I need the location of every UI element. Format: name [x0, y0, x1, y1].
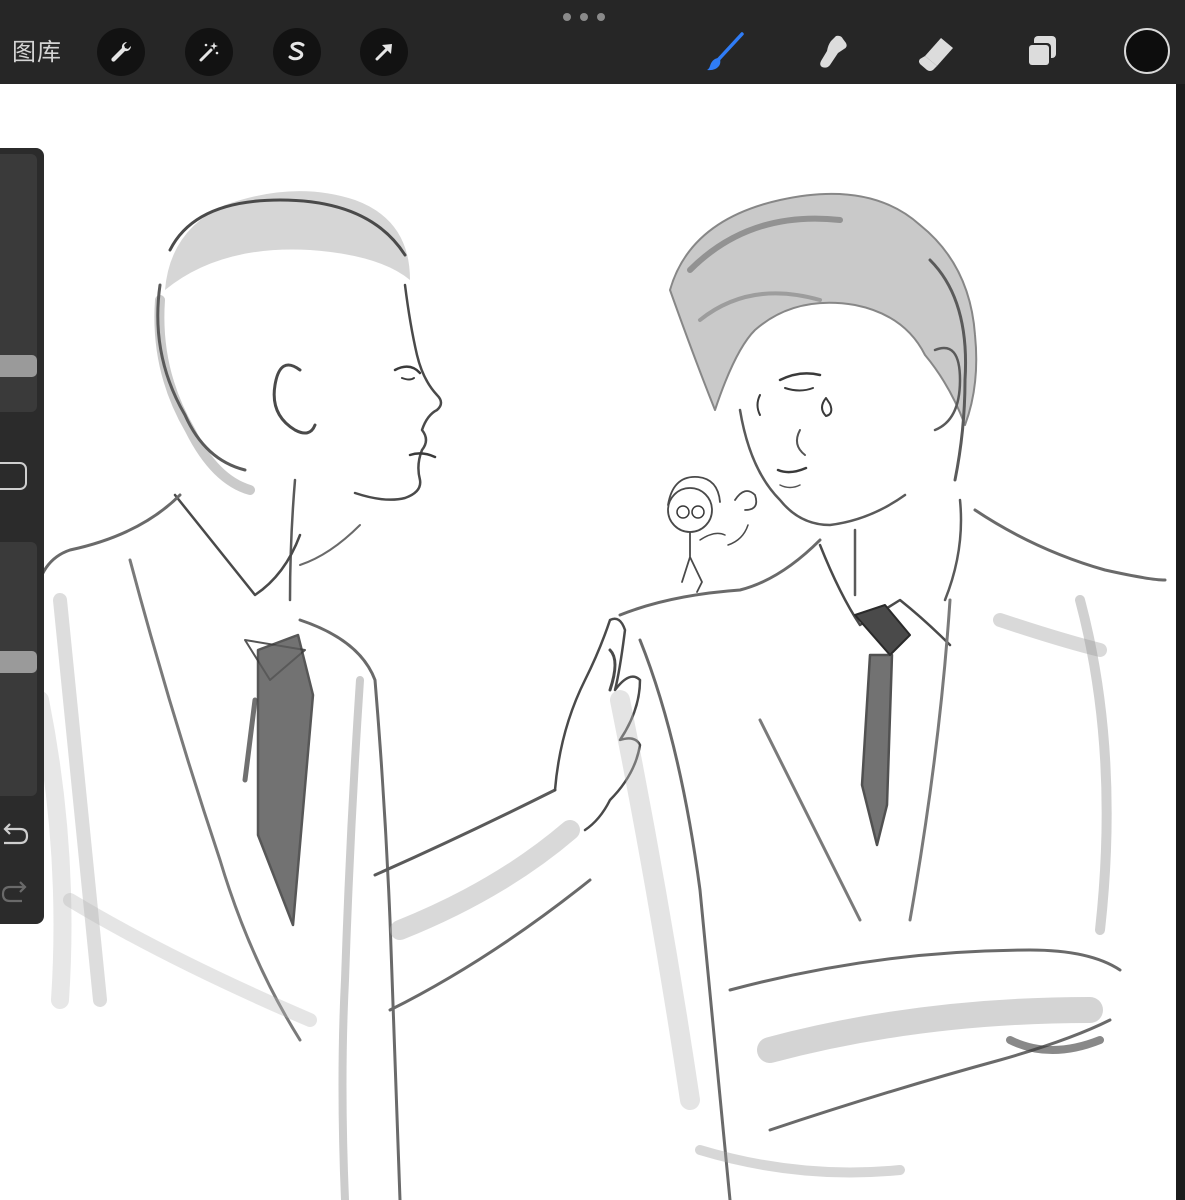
procreate-app: 图库	[0, 0, 1185, 1200]
brush-button[interactable]	[702, 28, 750, 76]
transform-button[interactable]	[360, 28, 408, 76]
modify-button[interactable]	[0, 460, 28, 490]
left-sidebar	[0, 148, 44, 924]
selection-button[interactable]	[273, 28, 321, 76]
undo-icon	[3, 823, 29, 845]
redo-icon	[1, 881, 27, 903]
top-toolbar: 图库	[0, 0, 1185, 84]
smudge-button[interactable]	[808, 28, 856, 76]
layers-icon	[1027, 36, 1056, 67]
canvas-edge	[1176, 84, 1185, 1200]
wrench-icon	[111, 41, 132, 62]
brush-size-thumb[interactable]	[0, 355, 37, 377]
gallery-button[interactable]: 图库	[12, 32, 62, 72]
arrow-cursor-icon	[375, 44, 392, 61]
undo-button[interactable]	[0, 818, 32, 850]
brush-icon	[707, 32, 744, 71]
magic-wand-icon	[199, 42, 219, 62]
selection-s-icon	[288, 41, 305, 61]
square-modify-icon	[0, 462, 27, 490]
color-swatch[interactable]	[1124, 28, 1170, 74]
opacity-slider[interactable]	[0, 542, 37, 796]
eraser-button[interactable]	[913, 28, 961, 76]
brush-size-slider[interactable]	[0, 154, 37, 412]
sketch-artwork	[31, 191, 1167, 1200]
opacity-thumb[interactable]	[0, 651, 37, 673]
smudge-icon	[820, 35, 847, 68]
layers-button[interactable]	[1018, 28, 1066, 76]
adjustments-button[interactable]	[185, 28, 233, 76]
more-options-grip-icon[interactable]	[563, 12, 605, 22]
actions-button[interactable]	[97, 28, 145, 76]
eraser-icon	[919, 38, 953, 71]
drawing-canvas[interactable]	[0, 84, 1176, 1200]
redo-button[interactable]	[0, 876, 32, 908]
